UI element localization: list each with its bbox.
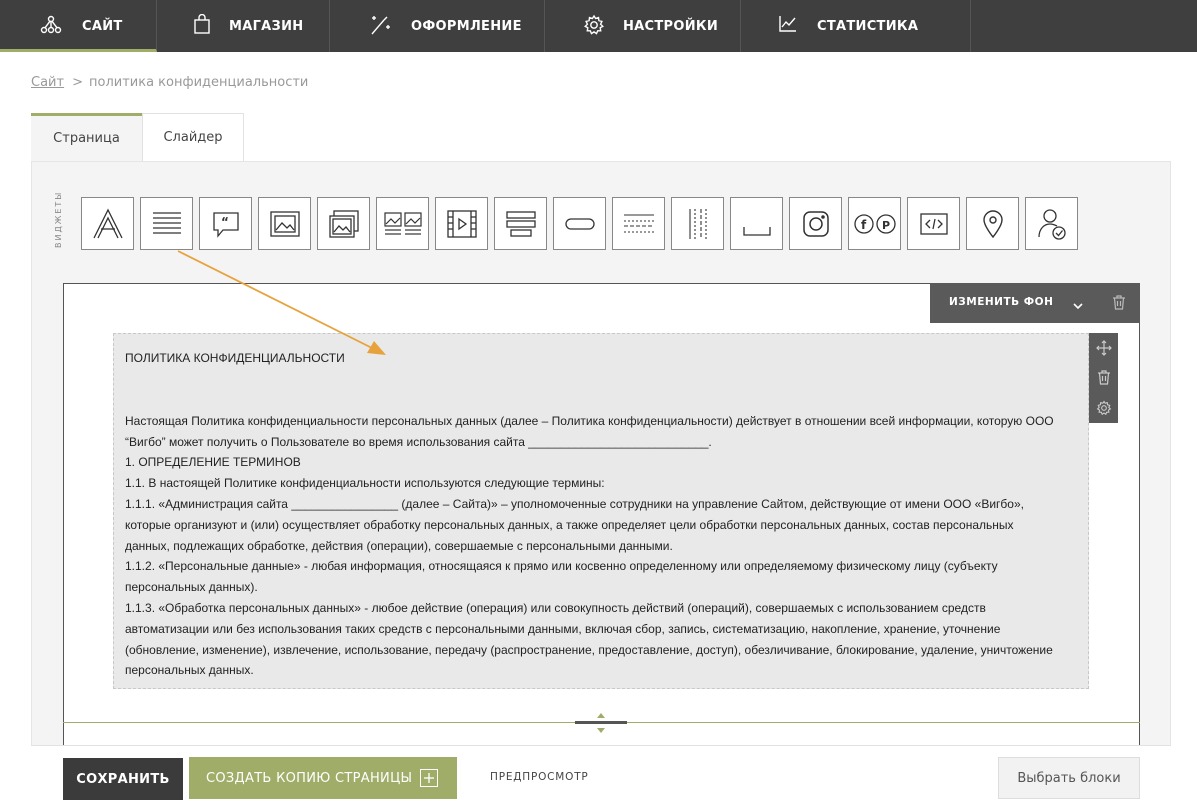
nav-item-settings[interactable]: НАСТРОЙКИ (545, 0, 741, 52)
nav-label: ОФОРМЛЕНИЕ (411, 19, 522, 34)
widgets-label: ВИДЖЕТЫ (54, 190, 63, 248)
save-button[interactable]: СОХРАНИТЬ (63, 758, 183, 800)
resize-arrows-icon[interactable] (595, 713, 607, 733)
widget-vertical-divider-icon[interactable] (671, 197, 724, 250)
line-chart-icon (778, 14, 798, 38)
copy-page-label: СОЗДАТЬ КОПИЮ СТРАНИЦЫ (206, 771, 413, 786)
text-block-title: ПОЛИТИКА КОНФИДЕНЦИАЛЬНОСТИ (125, 351, 345, 365)
nav-label: НАСТРОЙКИ (623, 19, 719, 34)
text-line: персональных данных. (125, 663, 254, 677)
tab-slider[interactable]: Слайдер (142, 113, 244, 161)
text-block[interactable]: ПОЛИТИКА КОНФИДЕНЦИАЛЬНОСТИ Настоящая По… (113, 333, 1089, 689)
widget-columns-icon[interactable] (494, 197, 547, 250)
widget-image-text-icon[interactable] (376, 197, 429, 250)
nodes-icon (40, 14, 62, 40)
breadcrumb: Сайт > политика конфиденциальности (31, 75, 308, 90)
widget-instagram-icon[interactable] (789, 197, 842, 250)
top-nav: САЙТ МАГАЗИН ОФОРМЛЕНИЕ НАСТРОЙКИ СТАТИС… (0, 0, 1197, 52)
text-line: 1.1. В настоящей Политике конфиденциальн… (125, 476, 605, 490)
text-line: Настоящая Политика конфиденциальности пе… (125, 414, 1054, 428)
nav-label: МАГАЗИН (229, 19, 304, 34)
text-line: персональных данных). (125, 580, 258, 594)
text-line: “Вигбо” может получить о Пользователе во… (125, 435, 712, 449)
widget-paragraph-icon[interactable] (140, 197, 193, 250)
breadcrumb-current: политика конфиденциальности (88, 75, 309, 90)
nav-item-statistics[interactable]: СТАТИСТИКА (741, 0, 971, 52)
nav-item-design[interactable]: ОФОРМЛЕНИЕ (330, 0, 545, 52)
chevron-down-icon[interactable] (1072, 297, 1084, 316)
breadcrumb-separator: > (72, 75, 83, 90)
widget-map-pin-icon[interactable] (966, 197, 1019, 250)
trash-icon[interactable] (1112, 295, 1126, 314)
svg-text:“: “ (221, 215, 229, 229)
magic-wand-icon (368, 14, 392, 40)
text-line: автоматизации или без использования таки… (125, 622, 1001, 636)
nav-label: СТАТИСТИКА (817, 19, 919, 34)
text-line: 1.1.2. «Персональные данные» - любая инф… (125, 559, 998, 573)
nav-label: САЙТ (82, 19, 123, 34)
widget-image-icon[interactable] (258, 197, 311, 250)
svg-text:P: P (882, 219, 890, 232)
tab-page[interactable]: Страница (31, 113, 142, 161)
text-line: 1.1.3. «Обработка персональных данных» -… (125, 601, 986, 615)
svg-text:f: f (861, 218, 867, 232)
widget-user-check-icon[interactable] (1025, 197, 1078, 250)
select-blocks-button[interactable]: Выбрать блоки (998, 757, 1140, 799)
text-line: 1.1.1. «Администрация сайта ____________… (125, 497, 1024, 511)
widget-gallery-icon[interactable] (317, 197, 370, 250)
text-line: которые организуют и (или) осуществляет … (125, 518, 1014, 532)
move-icon[interactable] (1095, 339, 1112, 356)
widget-spacer-icon[interactable] (730, 197, 783, 250)
trash-icon[interactable] (1095, 369, 1112, 386)
text-line: 1. ОПРЕДЕЛЕНИЕ ТЕРМИНОВ (125, 455, 301, 469)
plus-icon (420, 769, 438, 787)
nav-item-site[interactable]: САЙТ (0, 0, 157, 52)
copy-page-button[interactable]: СОЗДАТЬ КОПИЮ СТРАНИЦЫ (189, 757, 457, 799)
widget-quote-icon[interactable]: “ (199, 197, 252, 250)
breadcrumb-link-site[interactable]: Сайт (31, 75, 64, 90)
widget-code-icon[interactable] (907, 197, 960, 250)
widget-button-icon[interactable] (553, 197, 606, 250)
shopping-bag-icon (193, 13, 211, 40)
text-line: данных, подлежащих обработке, действия (… (125, 539, 673, 553)
change-background-button[interactable]: ИЗМЕНИТЬ ФОН (949, 296, 1053, 308)
gear-icon[interactable] (1095, 399, 1112, 416)
widget-video-icon[interactable] (435, 197, 488, 250)
preview-button[interactable]: ПРЕДПРОСМОТР (490, 771, 589, 783)
widget-divider-icon[interactable] (612, 197, 665, 250)
widget-social-icon[interactable]: f P (848, 197, 901, 250)
nav-item-shop[interactable]: МАГАЗИН (157, 0, 330, 52)
widget-text-icon[interactable] (81, 197, 134, 250)
editor-tabs: Страница Слайдер (31, 113, 244, 161)
gear-icon (583, 14, 605, 40)
text-line: (обновление, изменение), извлечение, исп… (125, 643, 1053, 657)
block-tools (1089, 333, 1118, 423)
section-toolbar: ИЗМЕНИТЬ ФОН (930, 283, 1140, 323)
